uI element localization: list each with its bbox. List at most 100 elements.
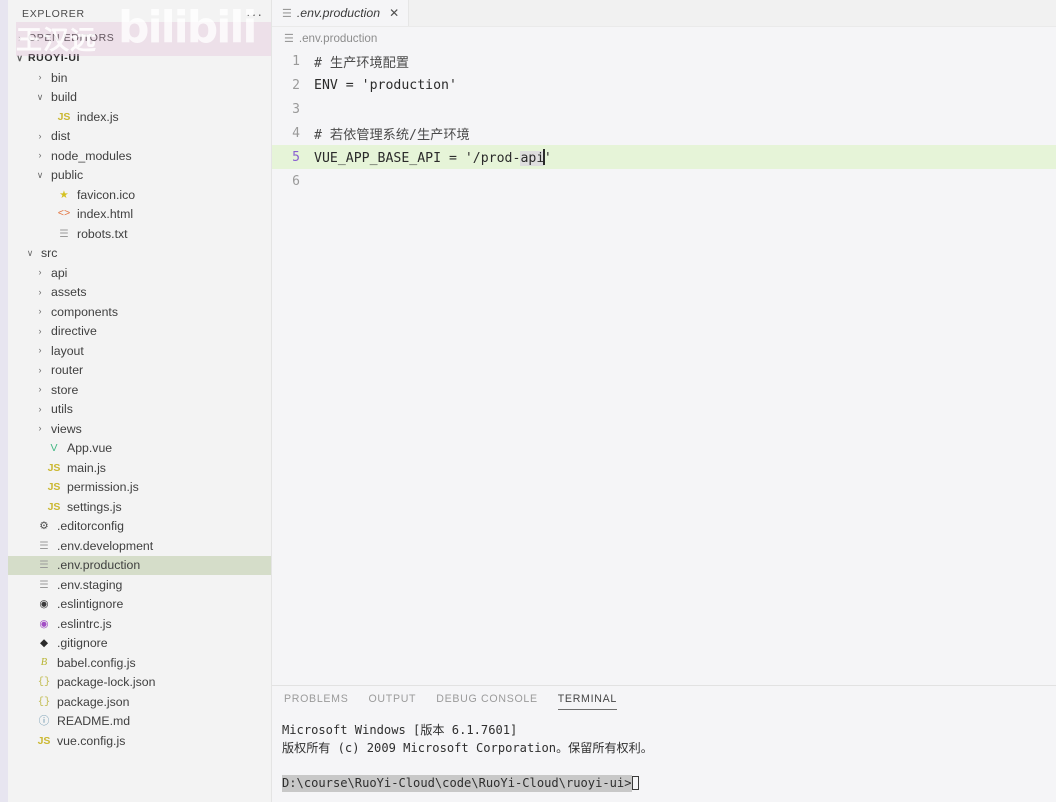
tree-item-views[interactable]: › views <box>8 419 271 439</box>
file-type-icon: ☰ <box>39 578 49 591</box>
explorer-sidebar: EXPLORER ··· › OPEN EDITORS ∨ RUOYI-UI ›… <box>8 0 272 802</box>
tree-item-package-json[interactable]: {} package.json <box>8 692 271 712</box>
tree-item-src[interactable]: ∨ src <box>8 244 271 264</box>
chevron-down-icon: ∨ <box>26 247 34 258</box>
tree-item-label: index.js <box>77 109 119 124</box>
activity-bar[interactable] <box>0 0 8 802</box>
line-text: # 若依管理系统/生产环境 <box>314 124 470 143</box>
tree-item-label: .env.production <box>57 558 141 573</box>
code-line[interactable]: 3 <box>272 97 1056 121</box>
file-type-icon: JS <box>47 500 61 513</box>
tree-item-robots-txt[interactable]: ☰ robots.txt <box>8 224 271 244</box>
tree-item-directive[interactable]: › directive <box>8 322 271 342</box>
tree-item-components[interactable]: › components <box>8 302 271 322</box>
close-icon[interactable]: ✕ <box>389 6 399 20</box>
chevron-right-icon: › <box>38 150 42 161</box>
chevron-right-icon: › <box>38 306 42 317</box>
tree-item-label: bin <box>51 70 68 85</box>
tree-item-env-development[interactable]: ☰ .env.development <box>8 536 271 556</box>
code-line[interactable]: 5 VUE_APP_BASE_API = '/prod-api' <box>272 145 1056 169</box>
line-number: 4 <box>292 125 300 141</box>
line-number: 5 <box>292 149 300 165</box>
tree-item-vue-config-js[interactable]: JS vue.config.js <box>8 731 271 751</box>
tree-item-label: .gitignore <box>57 636 108 651</box>
tree-item-editorconfig[interactable]: ⚙ .editorconfig <box>8 517 271 537</box>
tree-item-label: build <box>51 90 77 105</box>
tree-item-utils[interactable]: › utils <box>8 400 271 420</box>
chevron-right-icon: › <box>38 345 42 356</box>
tree-item-bin[interactable]: › bin <box>8 68 271 88</box>
terminal-output[interactable]: Microsoft Windows [版本 6.1.7601] 版权所有 (c) … <box>272 716 1056 802</box>
code-line[interactable]: 2 ENV = 'production' <box>272 73 1056 97</box>
file-text-icon: ☰ <box>282 7 292 20</box>
file-type-icon: ◉ <box>39 598 49 610</box>
file-type-icon: V <box>50 442 58 454</box>
tree-item-settings-js[interactable]: JS settings.js <box>8 497 271 517</box>
tree-item-eslintrc-js[interactable]: ◉ .eslintrc.js <box>8 614 271 634</box>
line-number: 1 <box>292 53 300 69</box>
code-line[interactable]: 1 # 生产环境配置 <box>272 49 1056 73</box>
file-type-icon: ☰ <box>59 227 69 240</box>
tree-item-build[interactable]: ∨ build <box>8 88 271 108</box>
chevron-right-icon: › <box>38 423 42 434</box>
tab-env-production[interactable]: ☰ .env.production ✕ <box>272 0 410 26</box>
line-number: 6 <box>292 173 300 189</box>
tree-item-public[interactable]: ∨ public <box>8 166 271 186</box>
tree-item-favicon-ico[interactable]: ★ favicon.ico <box>8 185 271 205</box>
panel-tabs: PROBLEMS OUTPUT DEBUG CONSOLE TERMINAL <box>272 686 1056 716</box>
tree-item-label: babel.config.js <box>57 655 136 670</box>
line-text: ENV = 'production' <box>314 78 457 93</box>
tree-item-label: store <box>51 382 79 397</box>
tree-item-index-js[interactable]: JS index.js <box>8 107 271 127</box>
bottom-panel: PROBLEMS OUTPUT DEBUG CONSOLE TERMINAL Micr… <box>272 685 1056 802</box>
code-editor[interactable]: 1 # 生产环境配置 2 ENV = 'production' 3 4 # 若依管理系统/生… <box>272 49 1056 685</box>
tree-item-label: robots.txt <box>77 226 128 241</box>
tree-item-label: layout <box>51 343 84 358</box>
section-ruoyi-ui[interactable]: ∨ RUOYI-UI <box>8 48 271 68</box>
section-open-editors[interactable]: › OPEN EDITORS <box>8 28 271 48</box>
tree-item-gitignore[interactable]: ◆ .gitignore <box>8 634 271 654</box>
tree-item-permission-js[interactable]: JS permission.js <box>8 478 271 498</box>
code-line[interactable]: 4 # 若依管理系统/生产环境 <box>272 121 1056 145</box>
editor-area: ☰ .env.production ✕ ☰ .env.production 1 #… <box>272 0 1056 802</box>
tree-item-router[interactable]: › router <box>8 361 271 381</box>
tree-item-readme-md[interactable]: ⓘ README.md <box>8 712 271 732</box>
tree-item-index-html[interactable]: <> index.html <box>8 205 271 225</box>
chevron-right-icon: › <box>38 325 42 336</box>
tree-item-assets[interactable]: › assets <box>8 283 271 303</box>
tree-item-main-js[interactable]: JS main.js <box>8 458 271 478</box>
tree-item-env-production[interactable]: ☰ .env.production <box>8 555 271 575</box>
chevron-right-icon: › <box>38 403 42 414</box>
breadcrumb[interactable]: ☰ .env.production <box>272 27 1056 49</box>
tree-item-store[interactable]: › store <box>8 380 271 400</box>
tree-item-eslintignore[interactable]: ◉ .eslintignore <box>8 595 271 615</box>
tree-item-label: README.md <box>57 714 131 729</box>
panel-tab-output[interactable]: OUTPUT <box>368 693 416 709</box>
tree-item-app-vue[interactable]: V App.vue <box>8 439 271 459</box>
tree-item-label: dist <box>51 129 71 144</box>
page-title: EXPLORER <box>22 8 85 20</box>
tree-item-label: package-lock.json <box>57 675 156 690</box>
tree-item-babel-config-js[interactable]: Bbabel.config.js <box>8 653 271 673</box>
tree-item-layout[interactable]: › layout <box>8 341 271 361</box>
tree-item-label: utils <box>51 402 73 417</box>
file-type-icon: ◆ <box>39 637 49 649</box>
tree-item-label: index.html <box>77 207 134 222</box>
chevron-right-icon: › <box>38 384 42 395</box>
section-open-editors-label: OPEN EDITORS <box>28 32 115 44</box>
code-line[interactable]: 6 <box>272 169 1056 193</box>
line-number: 3 <box>292 101 300 117</box>
panel-tab-debug-console[interactable]: DEBUG CONSOLE <box>436 693 538 709</box>
tree-item-api[interactable]: › api <box>8 263 271 283</box>
tree-item-node-modules[interactable]: › node_modules <box>8 146 271 166</box>
file-type-icon: <> <box>57 208 71 220</box>
panel-tab-terminal[interactable]: TERMINAL <box>557 693 617 710</box>
terminal-prompt-line[interactable]: D:\course\RuoYi-Cloud\code\RuoYi-Cloud\r… <box>282 774 1056 792</box>
tree-item-dist[interactable]: › dist <box>8 127 271 147</box>
more-actions-icon[interactable]: ··· <box>246 7 263 21</box>
tree-item-package-lock-json[interactable]: {} package-lock.json <box>8 673 271 693</box>
chevron-down-icon: ∨ <box>16 52 24 63</box>
panel-tab-problems[interactable]: PROBLEMS <box>284 693 348 709</box>
tree-item-env-staging[interactable]: ☰ .env.staging <box>8 575 271 595</box>
terminal-line: Microsoft Windows [版本 6.1.7601] <box>282 723 518 737</box>
